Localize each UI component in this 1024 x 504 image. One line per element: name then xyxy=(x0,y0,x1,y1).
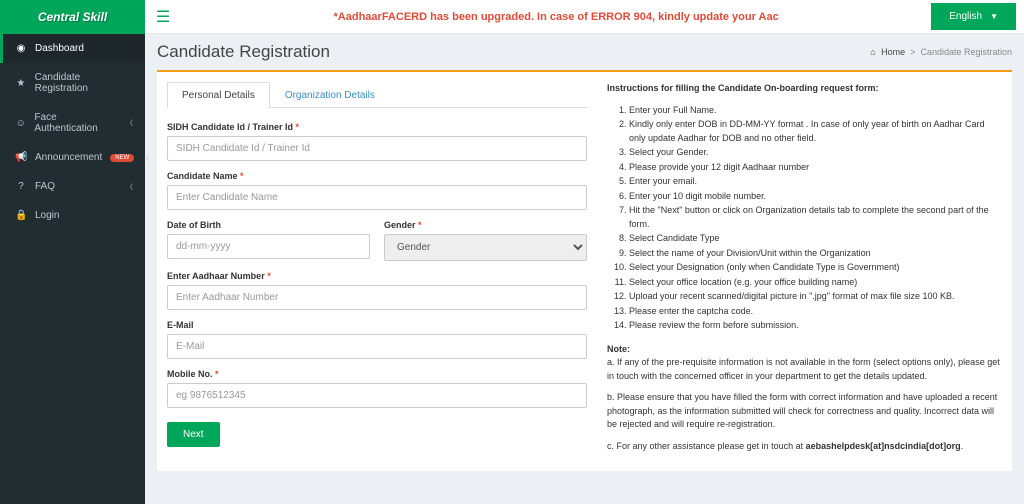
candidate-name-input[interactable] xyxy=(167,185,587,210)
instruction-item: Enter your 10 digit mobile number. xyxy=(629,190,1002,204)
email-label: E-Mail xyxy=(167,320,587,330)
instructions-heading: Instructions for filling the Candidate O… xyxy=(607,83,879,93)
announcement-marquee: *AadhaarFACERD has been upgraded. In cas… xyxy=(181,11,931,23)
breadcrumb-home[interactable]: Home xyxy=(881,47,905,57)
sidebar-icon: ★ xyxy=(15,78,27,89)
instruction-item: Select your Designation (only when Candi… xyxy=(629,261,1002,275)
sidebar: ◉ Dashboard ★ Candidate Registration ☺ Face A… xyxy=(0,34,145,504)
instruction-item: Select the name of your Division/Unit wi… xyxy=(629,247,1002,261)
instruction-item: Enter your email. xyxy=(629,175,1002,189)
instruction-item: Hit the "Next" button or click on Organi… xyxy=(629,204,1002,231)
sidebar-icon: 📢 xyxy=(15,152,27,163)
note-b: b. Please ensure that you have filled th… xyxy=(607,391,1002,432)
menu-toggle-icon[interactable]: ☰ xyxy=(145,0,181,34)
email-input[interactable] xyxy=(167,334,587,359)
instruction-item: Select your Gender. xyxy=(629,146,1002,160)
instruction-item: Upload your recent scanned/digital pictu… xyxy=(629,290,1002,304)
page-title: Candidate Registration xyxy=(157,42,330,62)
instruction-item: Please provide your 12 digit Aadhaar num… xyxy=(629,161,1002,175)
sidebar-item-label: Face Authentication xyxy=(34,112,118,134)
instruction-item: Please enter the captcha code. xyxy=(629,305,1002,319)
sidebar-item-label: Candidate Registration xyxy=(35,72,133,94)
note-a: a. If any of the pre-requisite informati… xyxy=(607,357,1000,381)
topbar: Central Skill ☰ *AadhaarFACERD has been … xyxy=(0,0,1024,34)
dob-label: Date of Birth xyxy=(167,220,370,230)
new-badge: NEW xyxy=(110,154,134,162)
next-button[interactable]: Next xyxy=(167,422,220,447)
mobile-label: Mobile No. * xyxy=(167,369,587,379)
page-header: Candidate Registration ⌂ Home > Candidat… xyxy=(157,42,1012,62)
main-content: Candidate Registration ⌂ Home > Candidat… xyxy=(145,34,1024,479)
gender-select[interactable]: Gender xyxy=(384,234,587,261)
sidebar-item-face-authentication[interactable]: ☺ Face Authentication 〈 xyxy=(0,103,145,143)
chevron-left-icon: 〈 xyxy=(142,153,149,163)
instructions-column: Instructions for filling the Candidate O… xyxy=(607,82,1002,461)
brand-logo[interactable]: Central Skill xyxy=(0,0,145,34)
breadcrumb: ⌂ Home > Candidate Registration xyxy=(870,47,1012,57)
dob-input[interactable] xyxy=(167,234,370,259)
sidebar-item-login[interactable]: 🔒 Login xyxy=(0,201,145,230)
sidh-input[interactable] xyxy=(167,136,587,161)
chevron-left-icon: 〈 xyxy=(126,118,133,128)
tab-organization-details[interactable]: Organization Details xyxy=(270,82,390,108)
instruction-item: Select your office location (e.g. your o… xyxy=(629,276,1002,290)
form-column: Personal Details Organization Details SI… xyxy=(167,82,587,461)
note-c: c. For any other assistance please get i… xyxy=(607,440,1002,454)
chevron-left-icon: 〈 xyxy=(126,182,133,192)
instructions-list: Enter your Full Name.Kindly only enter D… xyxy=(607,104,1002,333)
instruction-item: Kindly only enter DOB in DD-MM-YY format… xyxy=(629,118,1002,145)
personal-details-form: SIDH Candidate Id / Trainer Id * Candida… xyxy=(167,108,587,447)
sidebar-item-faq[interactable]: ? FAQ 〈 xyxy=(0,172,145,201)
language-label: English xyxy=(949,11,982,22)
aadhaar-input[interactable] xyxy=(167,285,587,310)
form-panel: Personal Details Organization Details SI… xyxy=(157,70,1012,471)
instruction-item: Enter your Full Name. xyxy=(629,104,1002,118)
form-tabs: Personal Details Organization Details xyxy=(167,82,587,108)
mobile-input[interactable] xyxy=(167,383,587,408)
aadhaar-label: Enter Aadhaar Number * xyxy=(167,271,587,281)
sidebar-icon: ☺ xyxy=(15,118,26,129)
tab-personal-details[interactable]: Personal Details xyxy=(167,82,270,108)
home-icon: ⌂ xyxy=(870,47,875,57)
breadcrumb-current: Candidate Registration xyxy=(920,47,1012,57)
language-dropdown[interactable]: English ▼ xyxy=(931,3,1016,30)
sidebar-item-label: Dashboard xyxy=(35,43,84,54)
instruction-item: Please review the form before submission… xyxy=(629,319,1002,333)
sidebar-item-announcement[interactable]: 📢AnnouncementNEW〈 xyxy=(0,143,145,172)
chevron-down-icon: ▼ xyxy=(990,12,998,21)
instruction-item: Select Candidate Type xyxy=(629,232,1002,246)
sidebar-item-dashboard[interactable]: ◉ Dashboard xyxy=(0,34,145,63)
name-label: Candidate Name * xyxy=(167,171,587,181)
gender-label: Gender * xyxy=(384,220,587,230)
sidh-label: SIDH Candidate Id / Trainer Id * xyxy=(167,122,587,132)
note-label: Note: xyxy=(607,344,630,354)
sidebar-icon: 🔒 xyxy=(15,210,27,221)
sidebar-item-candidate-registration[interactable]: ★ Candidate Registration xyxy=(0,63,145,103)
sidebar-item-label: FAQ xyxy=(35,181,55,192)
sidebar-item-label: Login xyxy=(35,210,59,221)
sidebar-item-label: Announcement xyxy=(35,152,102,163)
sidebar-icon: ◉ xyxy=(15,43,27,54)
sidebar-icon: ? xyxy=(15,181,27,192)
